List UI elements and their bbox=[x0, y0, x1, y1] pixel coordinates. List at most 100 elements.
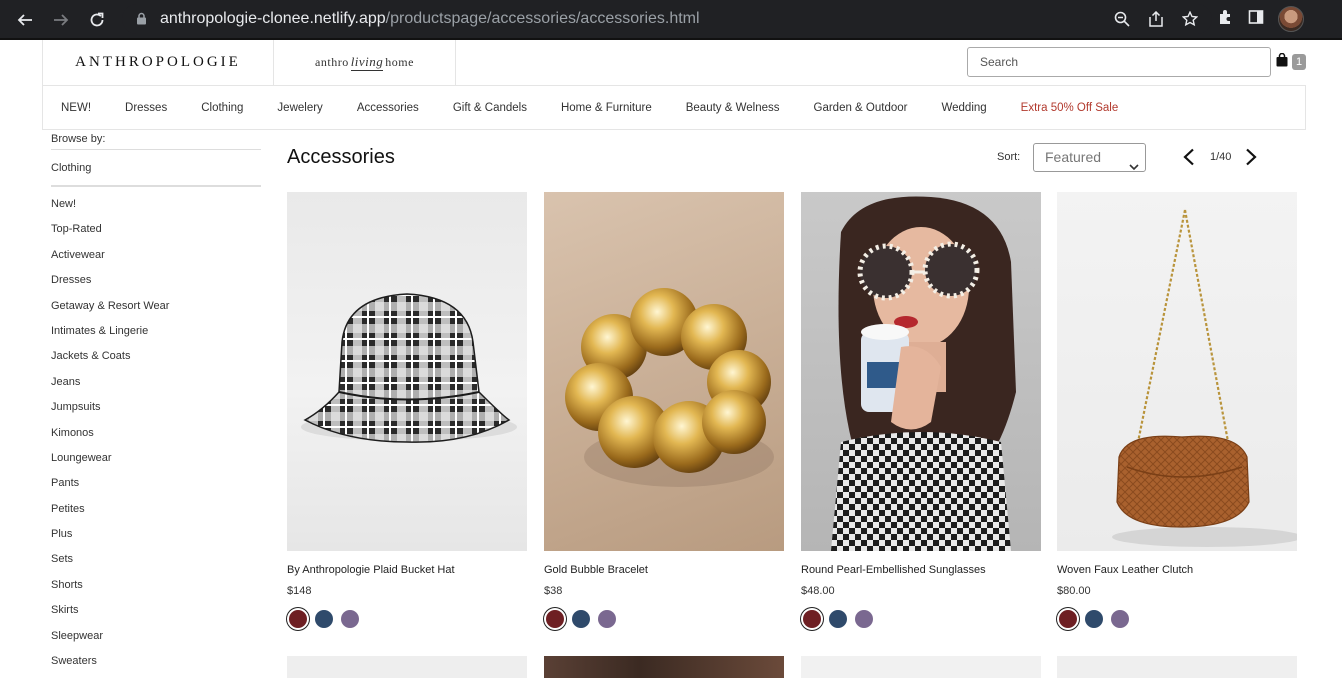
product-image-bucket-hat[interactable] bbox=[287, 192, 527, 551]
chevron-down-icon bbox=[1129, 153, 1139, 180]
sidebar-item-sweaters[interactable]: Sweaters bbox=[51, 654, 261, 679]
product-image-partial[interactable] bbox=[801, 656, 1041, 678]
swatch-purple[interactable] bbox=[855, 610, 873, 628]
product-name[interactable]: Woven Faux Leather Clutch bbox=[1057, 564, 1297, 579]
chevron-left-icon[interactable] bbox=[1182, 148, 1196, 171]
sidebar-item-jeans[interactable]: Jeans bbox=[51, 375, 261, 400]
browser-toolbar: anthropologie-clonee.netlify.app/product… bbox=[0, 0, 1342, 40]
anthropologie-logo[interactable]: ANTHROPOLOGIE bbox=[42, 40, 274, 85]
side-panel-icon[interactable] bbox=[1248, 9, 1264, 30]
star-icon[interactable] bbox=[1181, 10, 1199, 32]
product-name[interactable]: Round Pearl-Embellished Sunglasses bbox=[801, 564, 1041, 579]
chevron-right-icon[interactable] bbox=[1244, 148, 1258, 171]
search-input[interactable] bbox=[967, 47, 1271, 77]
sort-value: Featured bbox=[1045, 149, 1102, 165]
sidebar-item-pants[interactable]: Pants bbox=[51, 476, 261, 501]
sidebar-item-jackets[interactable]: Jackets & Coats bbox=[51, 349, 261, 374]
nav-item-clothing[interactable]: Clothing bbox=[201, 102, 243, 114]
sidebar-item-plus[interactable]: Plus bbox=[51, 527, 261, 552]
cart-count-badge[interactable]: 1 bbox=[1292, 54, 1306, 70]
product-price: $80.00 bbox=[1057, 585, 1091, 597]
swatch-navy[interactable] bbox=[829, 610, 847, 628]
browse-by-label: Browse by: bbox=[51, 133, 106, 145]
url-text: anthropologie-clonee.netlify.app/product… bbox=[160, 10, 700, 27]
sidebar-item-sleepwear[interactable]: Sleepwear bbox=[51, 629, 261, 654]
swatch-navy[interactable] bbox=[572, 610, 590, 628]
category-nav: NEW! Dresses Clothing Jewelery Accessori… bbox=[42, 85, 1306, 130]
nav-item-garden-outdoor[interactable]: Garden & Outdoor bbox=[814, 102, 908, 114]
sidebar-divider bbox=[51, 149, 261, 150]
product-image-partial[interactable] bbox=[544, 656, 784, 678]
product-card[interactable]: Woven Faux Leather Clutch $80.00 bbox=[1057, 192, 1297, 628]
nav-item-gift-candels[interactable]: Gift & Candels bbox=[453, 102, 527, 114]
living-script: living bbox=[350, 54, 384, 71]
product-card[interactable]: By Anthropologie Plaid Bucket Hat $148 bbox=[287, 192, 527, 628]
extensions-icon[interactable] bbox=[1218, 9, 1234, 30]
sort-select[interactable]: Featured bbox=[1033, 143, 1146, 172]
nav-item-accessories[interactable]: Accessories bbox=[357, 102, 419, 114]
sidebar-item-skirts[interactable]: Skirts bbox=[51, 603, 261, 628]
sort-label: Sort: bbox=[997, 151, 1021, 163]
color-swatches bbox=[544, 610, 784, 628]
swatch-purple[interactable] bbox=[341, 610, 359, 628]
product-name[interactable]: Gold Bubble Bracelet bbox=[544, 564, 784, 579]
nav-item-wedding[interactable]: Wedding bbox=[941, 102, 986, 114]
nav-item-beauty-welness[interactable]: Beauty & Welness bbox=[686, 102, 780, 114]
color-swatches bbox=[801, 610, 1041, 628]
nav-item-sale[interactable]: Extra 50% Off Sale bbox=[1021, 102, 1119, 114]
product-image-partial[interactable] bbox=[287, 656, 527, 678]
product-image-woven-clutch[interactable] bbox=[1057, 192, 1297, 551]
address-bar[interactable]: anthropologie-clonee.netlify.app/product… bbox=[122, 4, 1212, 34]
product-name[interactable]: By Anthropologie Plaid Bucket Hat bbox=[287, 564, 527, 579]
nav-item-home-furniture[interactable]: Home & Furniture bbox=[561, 102, 652, 114]
swatch-purple[interactable] bbox=[1111, 610, 1129, 628]
reload-icon[interactable] bbox=[79, 2, 115, 38]
sidebar-item-petites[interactable]: Petites bbox=[51, 502, 261, 527]
sidebar-list: New! Top-Rated Activewear Dresses Getawa… bbox=[51, 197, 261, 679]
sidebar-item-intimates[interactable]: Intimates & Lingerie bbox=[51, 324, 261, 349]
swatch-burgundy[interactable] bbox=[1059, 610, 1077, 628]
living-pre: anthro bbox=[315, 55, 349, 69]
nav-item-dresses[interactable]: Dresses bbox=[125, 102, 167, 114]
sidebar-item-kimonos[interactable]: Kimonos bbox=[51, 426, 261, 451]
nav-item-jewelery[interactable]: Jewelery bbox=[277, 102, 322, 114]
logo-text: ANTHROPOLOGIE bbox=[75, 54, 241, 70]
anthro-living-logo[interactable]: anthro living home bbox=[274, 40, 456, 85]
product-price: $38 bbox=[544, 585, 563, 597]
product-image-sunglasses[interactable] bbox=[801, 192, 1041, 551]
zoom-icon[interactable] bbox=[1114, 11, 1130, 32]
color-swatches bbox=[287, 610, 527, 628]
sidebar-item-dresses[interactable]: Dresses bbox=[51, 273, 261, 298]
profile-avatar[interactable] bbox=[1278, 6, 1304, 32]
sidebar-item-activewear[interactable]: Activewear bbox=[51, 248, 261, 273]
sidebar: Browse by: Clothing New! Top-Rated Activ… bbox=[51, 133, 261, 679]
product-image-partial[interactable] bbox=[1057, 656, 1297, 678]
back-icon[interactable] bbox=[7, 2, 43, 38]
swatch-burgundy[interactable] bbox=[803, 610, 821, 628]
product-card[interactable]: Gold Bubble Bracelet $38 bbox=[544, 192, 784, 628]
swatch-burgundy[interactable] bbox=[546, 610, 564, 628]
sidebar-item-top-rated[interactable]: Top-Rated bbox=[51, 222, 261, 247]
sidebar-item-shorts[interactable]: Shorts bbox=[51, 578, 261, 603]
sidebar-item-sets[interactable]: Sets bbox=[51, 552, 261, 577]
sidebar-item-loungewear[interactable]: Loungewear bbox=[51, 451, 261, 476]
sidebar-section-clothing[interactable]: Clothing bbox=[51, 162, 261, 179]
product-card[interactable]: Round Pearl-Embellished Sunglasses $48.0… bbox=[801, 192, 1041, 628]
site-header: ANTHROPOLOGIE anthro living home 1 bbox=[42, 40, 1306, 85]
sidebar-divider bbox=[51, 185, 261, 187]
product-price: $48.00 bbox=[801, 585, 835, 597]
product-image-gold-bracelet[interactable] bbox=[544, 192, 784, 551]
sidebar-item-getaway[interactable]: Getaway & Resort Wear bbox=[51, 299, 261, 324]
page-title: Accessories bbox=[287, 146, 395, 168]
sidebar-item-jumpsuits[interactable]: Jumpsuits bbox=[51, 400, 261, 425]
nav-item-new[interactable]: NEW! bbox=[61, 102, 91, 114]
swatch-navy[interactable] bbox=[1085, 610, 1103, 628]
sidebar-item-new[interactable]: New! bbox=[51, 197, 261, 222]
swatch-purple[interactable] bbox=[598, 610, 616, 628]
shopping-bag-icon[interactable] bbox=[1276, 52, 1288, 72]
page-indicator: 1/40 bbox=[1210, 151, 1232, 163]
swatch-navy[interactable] bbox=[315, 610, 333, 628]
share-icon[interactable] bbox=[1148, 10, 1164, 32]
forward-icon[interactable] bbox=[43, 2, 79, 38]
swatch-burgundy[interactable] bbox=[289, 610, 307, 628]
